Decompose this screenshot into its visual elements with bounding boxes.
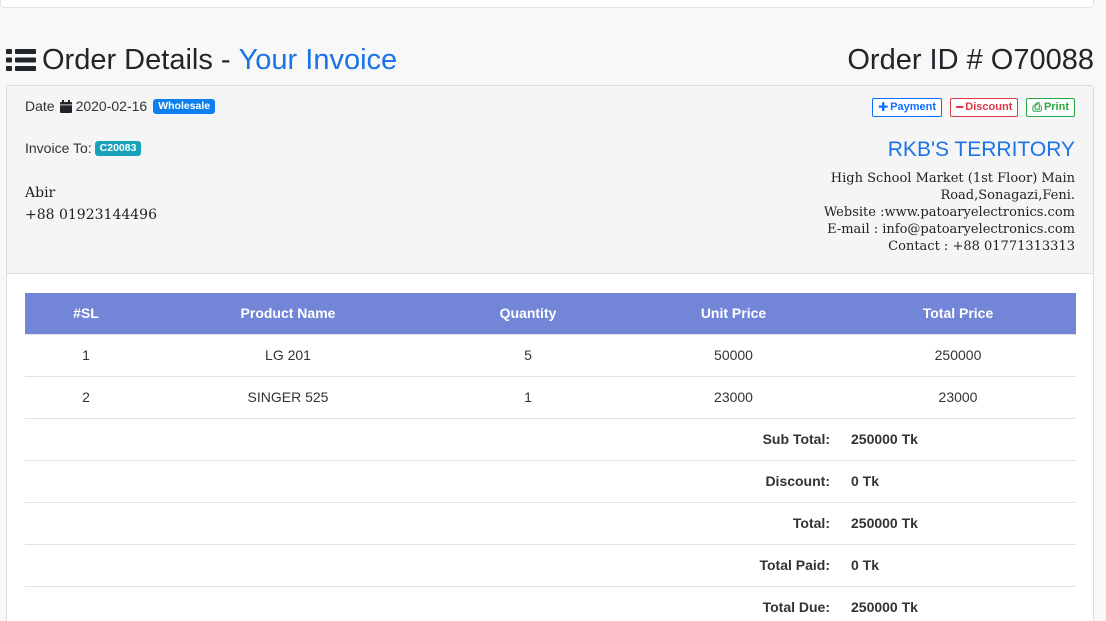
- discount-total-label: Discount:: [627, 459, 840, 502]
- cell-quantity: 1: [429, 375, 627, 418]
- discount-total-value: 0 Tk: [840, 459, 1076, 502]
- discount-button[interactable]: ━ Discount: [950, 98, 1019, 117]
- summary-row-discount: Discount: 0 Tk: [25, 459, 1076, 502]
- column-header-quantity: Quantity: [429, 293, 627, 334]
- items-table: #SL Product Name Quantity Unit Price Tot…: [25, 293, 1076, 621]
- summary-spacer: [25, 501, 627, 544]
- summary-spacer: [25, 585, 627, 621]
- title-main: Order Details -: [42, 44, 231, 76]
- summary-row-due: Total Due: 250000 Tk: [25, 585, 1076, 621]
- summary-spacer: [25, 459, 627, 502]
- due-value: 250000 Tk: [840, 585, 1076, 621]
- summary-row-subtotal: Sub Total: 250000 Tk: [25, 417, 1076, 460]
- total-label: Total:: [627, 501, 840, 544]
- payment-label: Payment: [890, 101, 937, 113]
- column-header-product: Product Name: [147, 293, 429, 334]
- invoice-to-label: Invoice To:: [25, 140, 92, 156]
- company-address-line2: Road,Sonagazi,Feni.: [940, 188, 1075, 203]
- cell-product: LG 201: [147, 333, 429, 376]
- page-heading: Order Details - Your Invoice Order ID # …: [6, 42, 1094, 82]
- date-label: Date: [25, 98, 55, 114]
- plus-icon: ✚: [878, 100, 889, 114]
- invoice-date: Date 2020-02-16 Wholesale: [25, 98, 216, 114]
- table-row: 2 SINGER 525 1 23000 23000: [25, 375, 1076, 418]
- calendar-icon: [59, 99, 72, 113]
- cell-unit-price: 23000: [627, 375, 840, 418]
- date-value: 2020-02-16: [75, 98, 148, 114]
- cell-sl: 2: [25, 375, 147, 418]
- customer-name: Abir: [25, 185, 56, 201]
- minus-icon: ━: [956, 100, 964, 114]
- invoice-header: Date 2020-02-16 Wholesale ✚ Payment ━ Di…: [7, 86, 1093, 274]
- title-accent: Your Invoice: [238, 44, 398, 76]
- paid-label: Total Paid:: [627, 543, 840, 586]
- invoice-actions: ✚ Payment ━ Discount ⎙ Print: [872, 98, 1075, 117]
- customer-code-badge: C20083: [94, 140, 142, 156]
- customer-details: Abir +88 01923144496: [25, 182, 157, 226]
- table-row: 1 LG 201 5 50000 250000: [25, 333, 1076, 376]
- list-icon: [6, 49, 36, 71]
- column-header-total-price: Total Price: [840, 293, 1076, 334]
- company-info: High School Market (1st Floor) Main Road…: [735, 170, 1075, 255]
- wholesale-badge: Wholesale: [153, 98, 216, 114]
- payment-button[interactable]: ✚ Payment: [872, 98, 943, 117]
- company-email: E-mail : info@patoaryelectronics.com: [827, 222, 1075, 237]
- column-header-sl: #SL: [25, 293, 147, 334]
- top-panel-edge: [0, 0, 1094, 8]
- company-name: RKB'S TERRITORY: [887, 138, 1075, 161]
- print-label: Print: [1043, 101, 1069, 113]
- summary-row-total: Total: 250000 Tk: [25, 501, 1076, 544]
- total-value: 250000 Tk: [840, 501, 1076, 544]
- column-header-unit-price: Unit Price: [627, 293, 840, 334]
- page-title: Order Details - Your Invoice: [6, 42, 397, 78]
- cell-product: SINGER 525: [147, 375, 429, 418]
- cell-total-price: 250000: [840, 333, 1076, 376]
- print-icon: ⎙: [1032, 100, 1042, 114]
- cell-quantity: 5: [429, 333, 627, 376]
- subtotal-value: 250000 Tk: [840, 417, 1076, 460]
- table-header-row: #SL Product Name Quantity Unit Price Tot…: [25, 293, 1076, 334]
- order-id: Order ID # O70088: [847, 44, 1094, 76]
- discount-label: Discount: [965, 101, 1013, 113]
- customer-phone: +88 01923144496: [25, 207, 157, 223]
- summary-spacer: [25, 417, 627, 460]
- print-button[interactable]: ⎙ Print: [1026, 98, 1075, 117]
- cell-sl: 1: [25, 333, 147, 376]
- summary-row-paid: Total Paid: 0 Tk: [25, 543, 1076, 586]
- company-address-line1: High School Market (1st Floor) Main: [830, 171, 1075, 186]
- cell-unit-price: 50000: [627, 333, 840, 376]
- summary-spacer: [25, 543, 627, 586]
- company-contact: Contact : +88 01771313313: [888, 239, 1075, 254]
- paid-value: 0 Tk: [840, 543, 1076, 586]
- subtotal-label: Sub Total:: [627, 417, 840, 460]
- due-label: Total Due:: [627, 585, 840, 621]
- company-website: Website :www.patoaryelectronics.com: [823, 205, 1075, 220]
- cell-total-price: 23000: [840, 375, 1076, 418]
- invoice-card: Date 2020-02-16 Wholesale ✚ Payment ━ Di…: [6, 85, 1094, 621]
- invoice-to: Invoice To: C20083: [25, 140, 142, 156]
